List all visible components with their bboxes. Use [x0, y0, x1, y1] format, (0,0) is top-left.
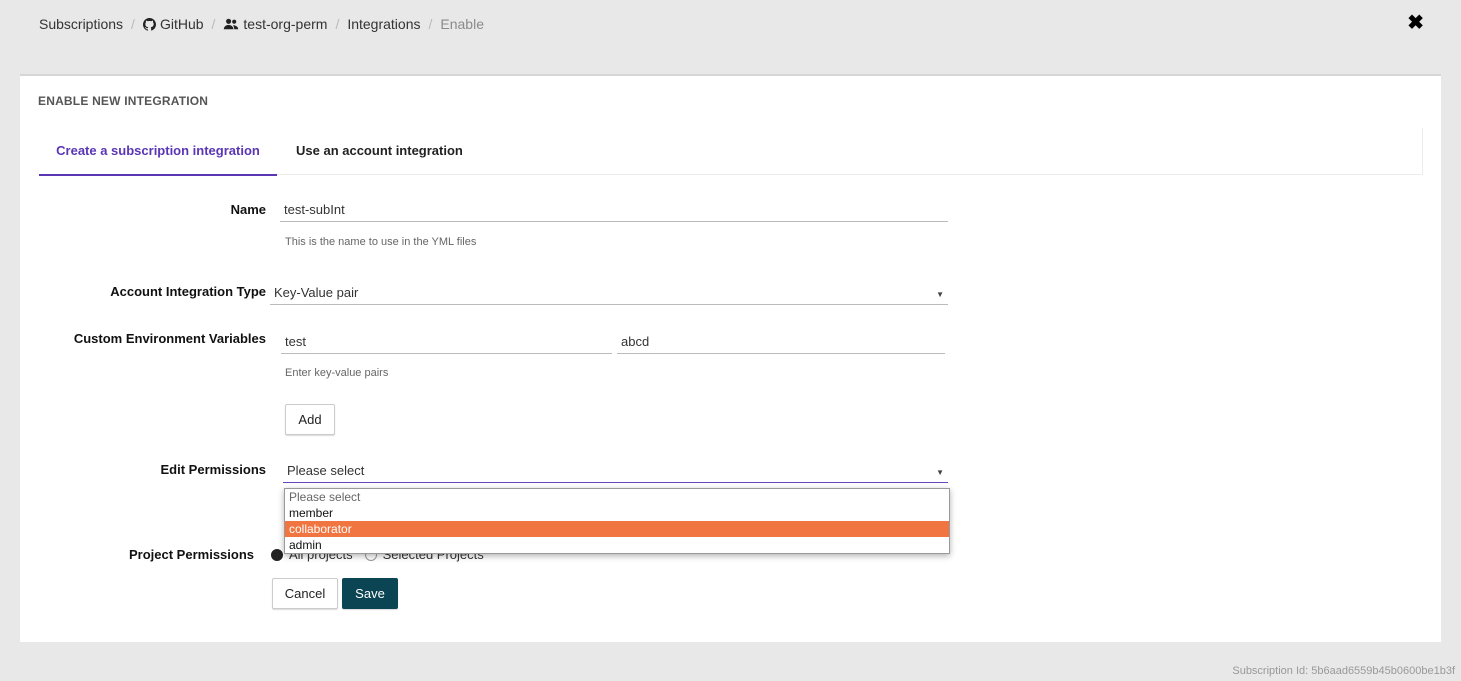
- type-select[interactable]: Key-Value pair ▼: [270, 284, 948, 305]
- env-value-value: abcd: [621, 334, 650, 349]
- env-hint: Enter key-value pairs: [285, 367, 389, 379]
- type-label: Account Integration Type: [110, 284, 266, 299]
- cancel-button[interactable]: Cancel: [272, 578, 338, 609]
- edit-permissions-label: Edit Permissions: [160, 462, 266, 477]
- breadcrumb-integrations[interactable]: Integrations: [347, 16, 420, 32]
- breadcrumb: Subscriptions / GitHub / test-org-perm /…: [39, 16, 484, 32]
- save-button[interactable]: Save: [342, 578, 398, 609]
- breadcrumb-subscriptions[interactable]: Subscriptions: [39, 16, 123, 32]
- env-key-input[interactable]: test: [281, 333, 612, 354]
- breadcrumb-current: Enable: [440, 16, 484, 32]
- breadcrumb-org[interactable]: test-org-perm: [223, 16, 327, 32]
- env-label: Custom Environment Variables: [73, 331, 266, 346]
- type-value: Key-Value pair: [274, 285, 359, 300]
- tab-account-integration[interactable]: Use an account integration: [296, 128, 463, 174]
- edit-permissions-select[interactable]: Please select ▼: [283, 462, 948, 483]
- env-key-value: test: [285, 334, 306, 349]
- option-please-select[interactable]: Please select: [285, 489, 949, 505]
- radio-all-projects[interactable]: [271, 548, 283, 561]
- card-title: ENABLE NEW INTEGRATION: [38, 94, 209, 108]
- breadcrumb-separator: /: [428, 16, 433, 32]
- option-admin[interactable]: admin: [285, 537, 949, 553]
- close-icon[interactable]: ✖: [1407, 13, 1424, 33]
- project-permissions-label: Project Permissions: [129, 547, 254, 562]
- name-label: Name: [230, 202, 266, 217]
- option-member[interactable]: member: [285, 505, 949, 521]
- edit-permissions-dropdown: Please select member collaborator admin: [284, 488, 950, 554]
- name-input[interactable]: test-subInt: [280, 201, 948, 222]
- users-icon: [224, 18, 239, 29]
- name-value: test-subInt: [284, 202, 345, 217]
- name-hint: This is the name to use in the YML files: [285, 236, 477, 248]
- tab-subscription-integration[interactable]: Create a subscription integration: [39, 128, 277, 176]
- github-icon: [142, 17, 156, 31]
- add-button[interactable]: Add: [285, 404, 335, 435]
- tab-bar: Create a subscription integration Use an…: [39, 128, 1423, 176]
- option-collaborator[interactable]: collaborator: [285, 521, 949, 537]
- env-value-input[interactable]: abcd: [617, 333, 945, 354]
- breadcrumb-separator: /: [131, 16, 135, 32]
- dropdown-caret-icon: ▼: [936, 468, 944, 477]
- dropdown-caret-icon: ▼: [936, 290, 944, 299]
- breadcrumb-separator: /: [211, 16, 216, 32]
- breadcrumb-separator: /: [335, 16, 340, 32]
- breadcrumb-github[interactable]: GitHub: [142, 16, 204, 32]
- edit-permissions-value: Please select: [287, 463, 365, 478]
- subscription-id: Subscription Id: 5b6aad6559b45b0600be1b3…: [1232, 665, 1455, 677]
